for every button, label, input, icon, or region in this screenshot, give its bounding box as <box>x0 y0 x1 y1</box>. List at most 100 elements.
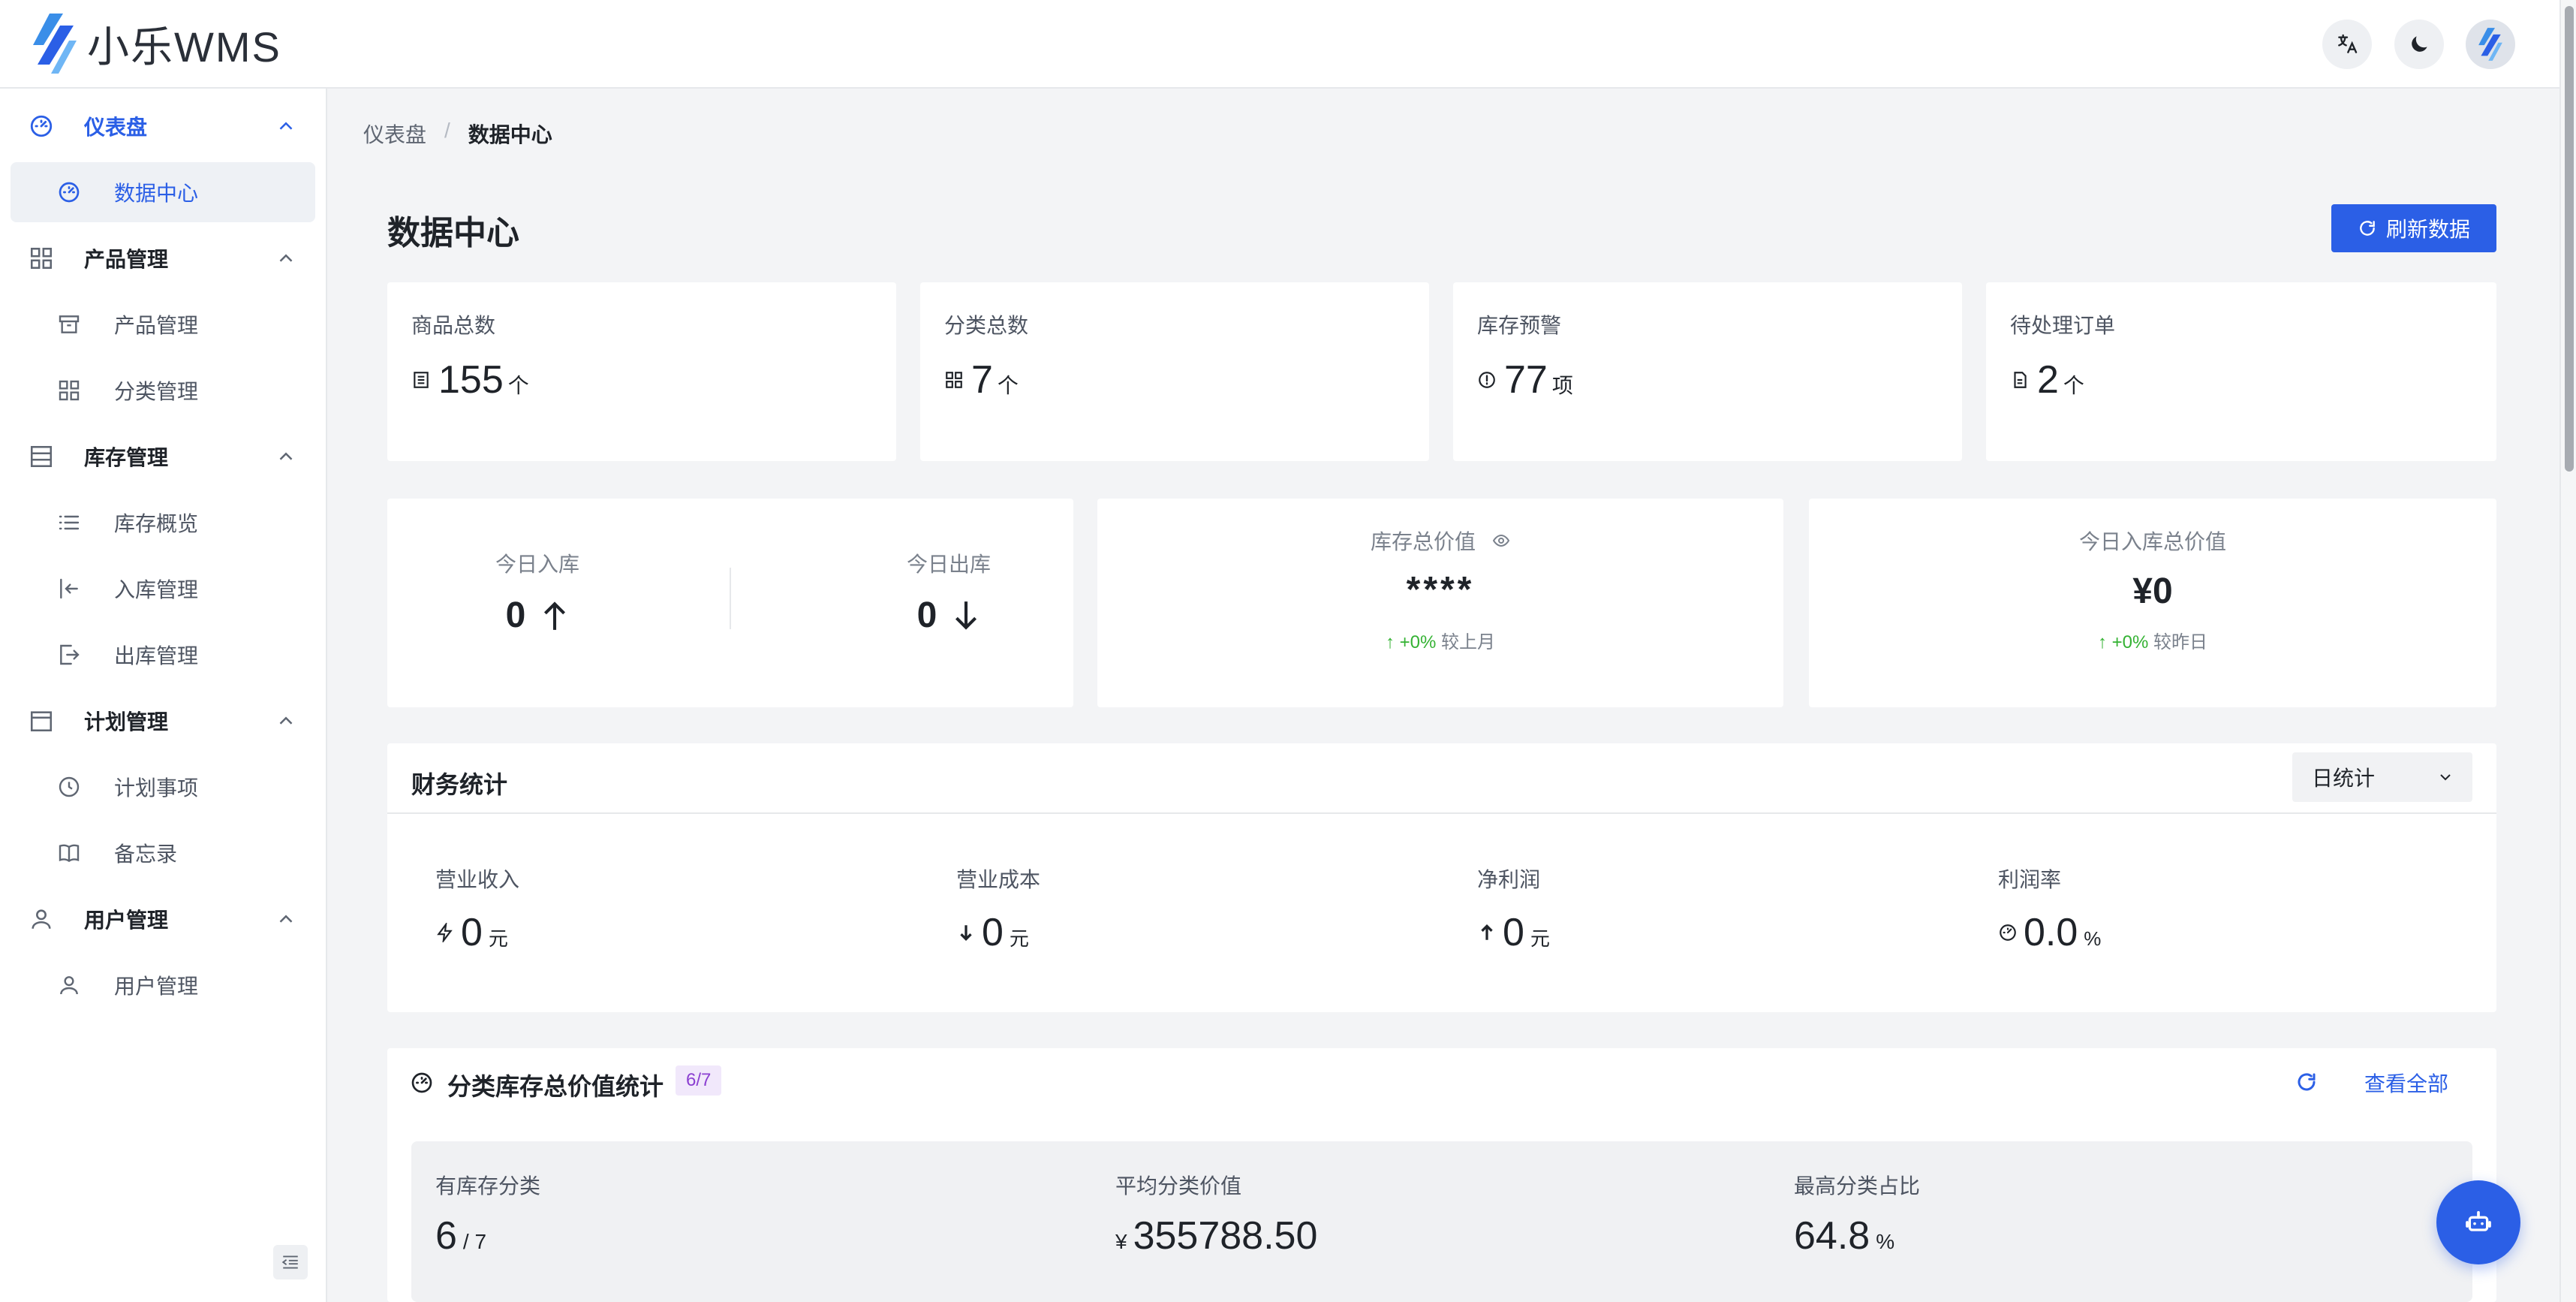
stat-number: 155 <box>438 358 504 402</box>
user-icon <box>60 976 78 995</box>
collapse-icon <box>281 1255 298 1269</box>
chevron-up-icon <box>279 254 293 262</box>
today-in-value-number: ¥0 <box>2132 571 2173 611</box>
chevron-up-icon <box>279 122 293 130</box>
avatar-logo-icon <box>2478 28 2502 61</box>
stat-card-products: 商品总数 155 个 <box>387 282 896 461</box>
theme-toggle-button[interactable] <box>2394 20 2444 69</box>
sidebar-item-category-management[interactable]: 分类管理 <box>11 360 315 420</box>
flash-icon <box>437 923 453 942</box>
finance-label: 利润率 <box>1998 868 2062 891</box>
finance-number: 0 <box>461 911 483 954</box>
stat-unit: 个 <box>2063 374 2084 397</box>
sidebar-group-label: 仪表盘 <box>84 116 148 139</box>
sidebar-item-memo[interactable]: 备忘录 <box>11 823 315 883</box>
finance-card: 财务统计 营业收入 0 元 营业成本 0 元 净利润 0 元 利润率 0.0 % <box>387 743 2496 1012</box>
sidebar-group-users[interactable]: 用户管理 <box>0 889 327 949</box>
inventory-value-number: **** <box>1406 570 1475 610</box>
inventory-value-label: 库存总价值 <box>1370 530 1476 553</box>
chevron-up-icon <box>279 452 293 460</box>
arrow-up-icon <box>1481 924 1493 940</box>
today-in-value-change: ↑ +0% 较昨日 <box>1809 627 2496 653</box>
stat-unit: 个 <box>997 374 1019 397</box>
gauge-icon <box>2000 924 2016 941</box>
inventory-value: 库存总价值 **** ↑ +0% 较上月 <box>1097 526 1783 653</box>
sidebar-group-plans[interactable]: 计划管理 <box>0 691 327 751</box>
stat-value: 155 个 <box>411 357 529 402</box>
stat-label: 库存预警 <box>1477 314 1562 337</box>
summary-value: 64.8 % <box>1794 1213 1894 1258</box>
divider <box>730 568 731 629</box>
sidebar-item-label: 分类管理 <box>114 380 199 403</box>
sidebar-item-outbound-management[interactable]: 出库管理 <box>11 625 315 685</box>
summary-label: 最高分类占比 <box>1794 1174 1921 1198</box>
finance-unit: 元 <box>1530 927 1550 950</box>
eye-icon[interactable] <box>1492 532 1510 550</box>
stat-card-categories: 分类总数 7 个 <box>920 282 1429 461</box>
sidebar: 仪表盘 数据中心 产品管理 产品管理 分类管理 库存管理 库存概览 入库管理 出… <box>0 89 327 1302</box>
assistant-bot-button[interactable] <box>2436 1180 2520 1264</box>
sidebar-item-label: 出库管理 <box>114 644 199 668</box>
inventory-value-card: 库存总价值 **** ↑ +0% 较上月 <box>1097 499 1783 707</box>
stat-number: 77 <box>1504 358 1548 402</box>
summary-number: 64.8 <box>1794 1214 1870 1258</box>
app-logo[interactable]: 小乐WMS <box>33 12 281 75</box>
sidebar-item-plan-items[interactable]: 计划事项 <box>11 757 315 817</box>
sidebar-group-label: 用户管理 <box>84 909 169 932</box>
change-percent: +0% <box>1399 632 1437 653</box>
stat-value: 77 项 <box>1477 357 1573 402</box>
arrow-up-icon <box>544 601 566 630</box>
today-in-value-block: 今日入库总价值 ¥0 ↑ +0% 较昨日 <box>1809 526 2496 653</box>
dashboard-icon <box>59 182 80 203</box>
today-in-value: 0 <box>505 595 526 635</box>
login-icon <box>60 578 78 599</box>
finance-unit: 元 <box>1009 927 1029 950</box>
user-avatar[interactable] <box>2466 20 2515 69</box>
change-percent: +0% <box>2111 632 2149 653</box>
finance-label: 营业成本 <box>956 868 1041 891</box>
sidebar-collapse-button[interactable] <box>273 1245 308 1279</box>
up-arrow-icon: ↑ <box>1385 632 1400 653</box>
robot-icon <box>2466 1210 2491 1231</box>
sidebar-group-inventory[interactable]: 库存管理 <box>0 426 327 487</box>
sidebar-group-label: 计划管理 <box>84 710 169 734</box>
app-name: 小乐WMS <box>87 23 281 71</box>
dashboard-icon <box>30 115 53 137</box>
translate-button[interactable] <box>2322 20 2372 69</box>
breadcrumb-parent[interactable]: 仪表盘 <box>363 119 426 149</box>
summary-label: 平均分类价值 <box>1115 1174 1242 1198</box>
sidebar-group-dashboard[interactable]: 仪表盘 <box>0 96 327 156</box>
refresh-icon[interactable] <box>2295 1071 2318 1093</box>
sidebar-group-label: 库存管理 <box>84 446 169 469</box>
sidebar-group-products[interactable]: 产品管理 <box>0 228 327 288</box>
page-scrollbar[interactable] <box>2559 0 2576 1302</box>
finance-number: 0 <box>1503 911 1524 954</box>
inventory-icon <box>30 445 53 468</box>
summary-number: 355788.50 <box>1133 1214 1318 1258</box>
refresh-data-label: 刷新数据 <box>2385 218 2470 241</box>
change-compare: 较昨日 <box>2153 632 2208 653</box>
sidebar-item-inventory-overview[interactable]: 库存概览 <box>11 493 315 553</box>
moon-icon <box>2412 36 2427 52</box>
archive-icon <box>59 315 80 333</box>
sidebar-item-product-management[interactable]: 产品管理 <box>11 294 315 354</box>
sidebar-item-data-center[interactable]: 数据中心 <box>11 162 315 222</box>
today-out: 今日出库 0 <box>844 548 1054 636</box>
finance-number: 0.0 <box>2024 911 2078 954</box>
stat-unit: 项 <box>1551 374 1573 397</box>
finance-period-select[interactable]: 日统计 <box>2292 752 2472 802</box>
sidebar-item-label: 用户管理 <box>114 975 199 998</box>
breadcrumb: 仪表盘 / 数据中心 <box>363 119 552 149</box>
finance-label: 净利润 <box>1477 868 1541 891</box>
sidebar-item-user-management[interactable]: 用户管理 <box>11 955 315 1015</box>
view-all-link[interactable]: 查看全部 <box>2364 1068 2448 1098</box>
summary-value: ¥ 355788.50 <box>1115 1213 1317 1258</box>
scrollbar-thumb[interactable] <box>2565 6 2574 472</box>
sidebar-item-inbound-management[interactable]: 入库管理 <box>11 559 315 619</box>
document-icon <box>2014 372 2027 388</box>
stat-label: 分类总数 <box>944 314 1029 337</box>
refresh-data-button[interactable]: 刷新数据 <box>2331 204 2496 252</box>
sidebar-item-label: 入库管理 <box>114 578 199 601</box>
stat-label: 待处理订单 <box>2010 314 2116 337</box>
top-header: 小乐WMS <box>0 0 2559 89</box>
